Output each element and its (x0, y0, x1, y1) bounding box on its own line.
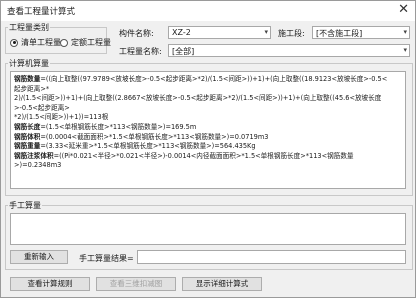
formula-line-label: 钢筋长度 (14, 122, 41, 131)
component-name-label: 构件名称: (119, 29, 154, 38)
formula-lines: 钢筋数量=((向上取整((97.9789<放坡长度>-0.5<起步距离>*2)/… (14, 75, 392, 171)
quantity-name-select[interactable]: [全部] ▾ (168, 44, 410, 57)
formula-line-text: =((Pi*0.021<半径>*0.021<半径>)-0.0014<内径截面面积… (14, 151, 354, 170)
component-name-select[interactable]: XZ-2 ▾ (168, 26, 271, 39)
floor-section-value: [不含施工段] (316, 29, 363, 38)
formula-line-label: 钢筋体积 (14, 132, 41, 141)
show-detail-formula-button[interactable]: 显示详细计算式 (182, 277, 262, 291)
formula-line: 钢筋长度=(1.5<单根钢筋长度>*113<钢筋数量>)=169.5m (14, 123, 392, 133)
close-icon[interactable]: ✕ (398, 2, 409, 18)
quantity-formula-dialog: 查看工程量计算式 ✕ 工程量类别 清单工程量 定额工程量 构件名称: XZ-2 … (0, 0, 416, 298)
formula-line-text: *2)/(1.5<间距>))+1))=113根 (14, 113, 109, 122)
formula-line-label: 钢筋重量 (14, 142, 41, 151)
radio-quota-quantity-label: 定额工程量 (71, 38, 111, 47)
view-rules-button[interactable]: 查看计算规则 (10, 277, 90, 291)
radio-unselected-icon[interactable] (60, 38, 68, 47)
formula-line-text: =(1.5<单根钢筋长度>*113<钢筋数量>)=169.5m (40, 122, 197, 131)
radio-bill-quantity[interactable]: 清单工程量 (10, 37, 61, 48)
formula-line: 钢筋体积=(0.0004<截面面积>*1.5<单根钢筋长度>*113<钢筋数量>… (14, 133, 392, 143)
formula-line-text: =(0.0004<截面面积>*1.5<单根钢筋长度>*113<钢筋数量>)=0.… (40, 132, 269, 141)
computed-quantity-legend: 计算机算量 (9, 59, 49, 68)
formula-line-text: =(3.33<延米重>*1.5<单根钢筋长度>*113<钢筋数量>)=564.4… (40, 142, 256, 151)
formula-line-text: =((向上取整((97.9789<放坡长度>-0.5<起步距离>*2)/(1.5… (14, 75, 388, 93)
formula-line-label: 钢筋数量 (14, 75, 41, 83)
manual-result-label: 手工算量结果= (79, 254, 134, 263)
formula-line-text: 2)/(1.5<间距>))+1)+(向上取整((2.8667<放坡长度>-0.5… (14, 94, 382, 112)
radio-quota-quantity[interactable]: 定额工程量 (60, 37, 111, 48)
manual-formula-input[interactable] (10, 213, 406, 245)
chevron-down-icon: ▾ (403, 28, 407, 36)
formula-line: 钢筋重量=(3.33<延米重>*1.5<单根钢筋长度>*113<钢筋数量>)=5… (14, 142, 392, 152)
chevron-down-icon: ▾ (264, 28, 268, 36)
manual-quantity-legend: 手工算量 (9, 201, 41, 210)
view-3d-deduction-button: 查看三维扣减图 (96, 277, 176, 291)
floor-section-select[interactable]: [不含施工段] ▾ (312, 26, 410, 39)
formula-line: 2)/(1.5<间距>))+1)+(向上取整((2.8667<放坡长度>-0.5… (14, 94, 392, 113)
radio-selected-icon[interactable] (10, 38, 18, 47)
formula-line: 钢筋数量=((向上取整((97.9789<放坡长度>-0.5<起步距离>*2)/… (14, 75, 392, 94)
formula-line: *2)/(1.5<间距>))+1))=113根 (14, 113, 392, 123)
title-bar: 查看工程量计算式 ✕ (1, 1, 415, 21)
floor-section-label: 施工段: (278, 29, 305, 38)
component-name-value: XZ-2 (172, 28, 191, 37)
computed-formula-text[interactable]: 钢筋数量=((向上取整((97.9789<放坡长度>-0.5<起步距离>*2)/… (10, 71, 406, 189)
formula-line-label: 钢筋注浆体积 (14, 151, 54, 160)
formula-line: 钢筋注浆体积=((Pi*0.021<半径>*0.021<半径>)-0.0014<… (14, 152, 392, 171)
quantity-name-value: [全部] (172, 47, 195, 56)
radio-bill-quantity-label: 清单工程量 (21, 38, 61, 47)
window-title: 查看工程量计算式 (7, 7, 76, 17)
chevron-down-icon: ▾ (403, 46, 407, 54)
quantity-type-legend: 工程量类别 (9, 23, 49, 32)
manual-result-input[interactable] (137, 250, 406, 264)
re-enter-button[interactable]: 重新输入 (10, 250, 68, 264)
quantity-name-label: 工程量名称: (119, 47, 162, 56)
